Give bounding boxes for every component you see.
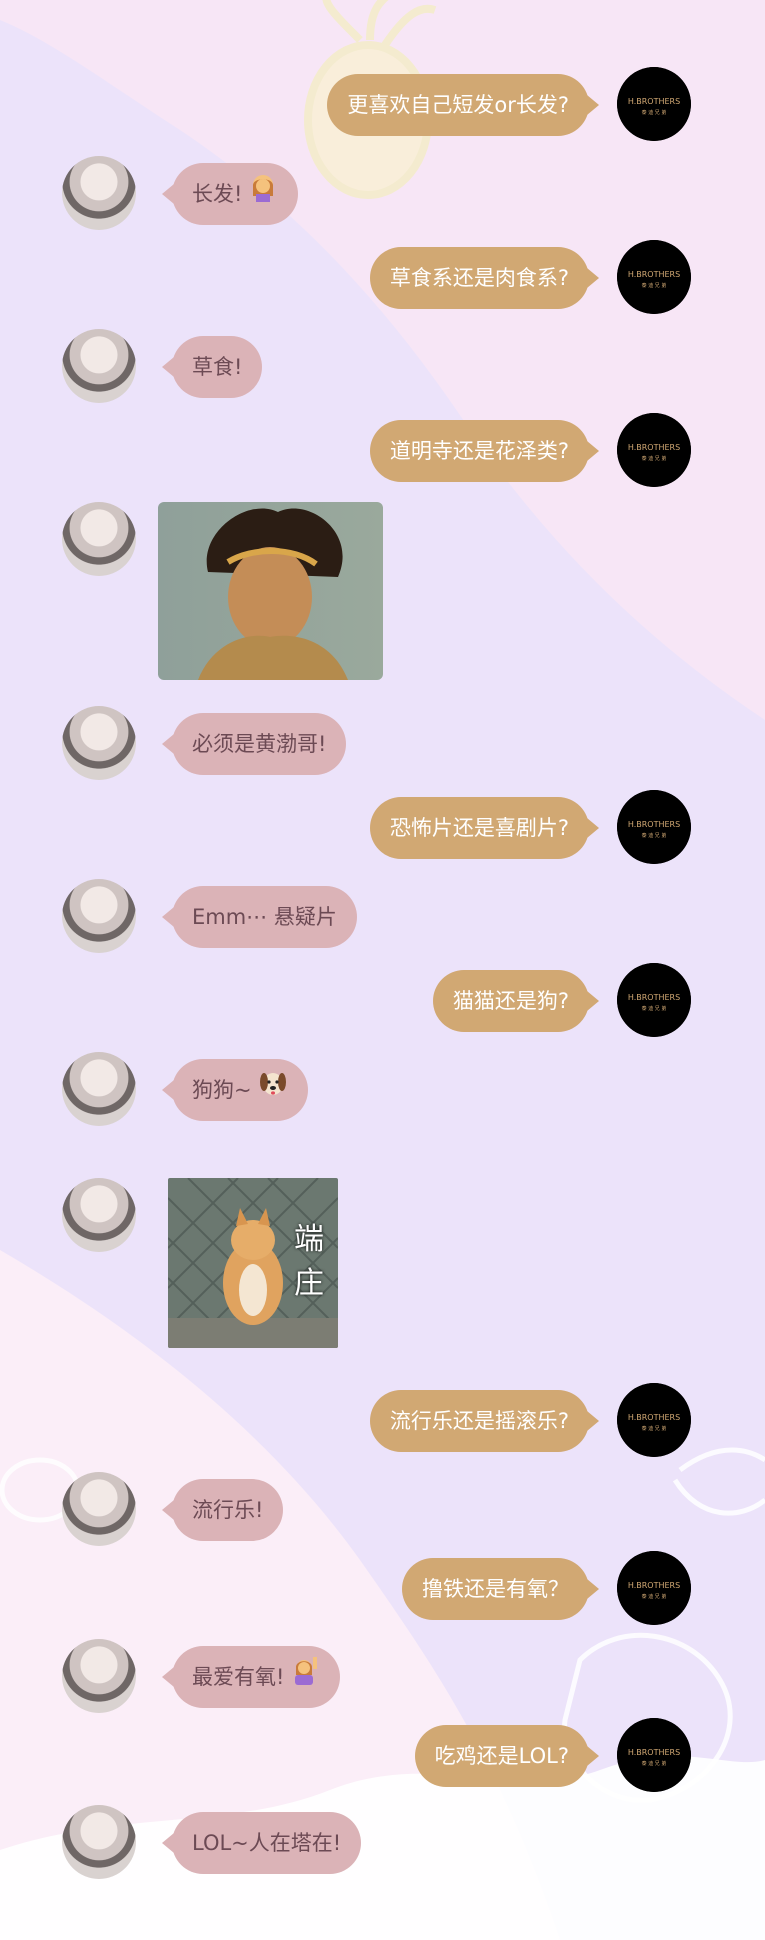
message-bubble-left[interactable]: Emm⋯ 悬疑片 bbox=[162, 886, 357, 948]
user-avatar[interactable] bbox=[62, 706, 136, 780]
brand-logo-subtext: 泰 迪 兄 弟 bbox=[642, 832, 667, 839]
brand-logo-subtext: 泰 迪 兄 弟 bbox=[642, 1425, 667, 1432]
user-avatar[interactable] bbox=[62, 1805, 136, 1879]
monkey-king-meme-image[interactable] bbox=[158, 502, 383, 680]
message-bubble-left[interactable]: 长发! bbox=[161, 163, 299, 226]
message-bubble-left[interactable]: 草食! bbox=[161, 336, 263, 398]
user-avatar[interactable] bbox=[62, 1472, 136, 1546]
meme-caption-line: 端 bbox=[294, 1222, 324, 1257]
message-bubble-right[interactable]: 吃鸡还是LOL? bbox=[414, 1725, 600, 1787]
message-text: 撸铁还是有氧？ bbox=[422, 1577, 569, 1601]
message-bubble-right[interactable]: 更喜欢自己短发or长发? bbox=[327, 74, 599, 136]
dog-face-emoji-icon bbox=[258, 1060, 288, 1122]
brand-avatar[interactable]: H.BROTHERS 泰 迪 兄 弟 bbox=[617, 963, 691, 1037]
message-bubble-left[interactable]: 最爱有氧! bbox=[161, 1646, 341, 1709]
message-bubble-left[interactable]: 流行乐! bbox=[161, 1479, 284, 1541]
message-text: 猫猫还是狗? bbox=[452, 989, 569, 1013]
brand-logo-text: H.BROTHERS bbox=[628, 993, 680, 1002]
message-text: 道明寺还是花泽类? bbox=[389, 439, 569, 463]
message-text: 流行乐! bbox=[192, 1498, 264, 1522]
chat-thread: H.BROTHERS 泰 迪 兄 弟 更喜欢自己短发or长发? 长发! H.BR… bbox=[0, 0, 765, 1940]
message-bubble-right[interactable]: 恐怖片还是喜剧片? bbox=[369, 797, 600, 859]
brand-logo-text: H.BROTHERS bbox=[628, 1413, 680, 1422]
message-text: 最爱有氧! bbox=[192, 1665, 285, 1689]
meme-caption-line: 庄 bbox=[294, 1266, 324, 1301]
message-bubble-right[interactable]: 猫猫还是狗? bbox=[432, 970, 600, 1032]
brand-logo-text: H.BROTHERS bbox=[628, 97, 680, 106]
brand-logo-subtext: 泰 迪 兄 弟 bbox=[642, 109, 667, 116]
user-avatar[interactable] bbox=[62, 1639, 136, 1713]
user-avatar[interactable] bbox=[62, 156, 136, 230]
message-bubble-right[interactable]: 撸铁还是有氧？ bbox=[402, 1558, 599, 1620]
message-bubble-left[interactable]: 必须是黄渤哥! bbox=[161, 713, 347, 775]
shiba-dog-meme-image[interactable]: 端 庄 bbox=[168, 1178, 338, 1348]
brand-logo-text: H.BROTHERS bbox=[628, 443, 680, 452]
brand-logo-text: H.BROTHERS bbox=[628, 820, 680, 829]
brand-avatar[interactable]: H.BROTHERS 泰 迪 兄 弟 bbox=[617, 67, 691, 141]
brand-avatar[interactable]: H.BROTHERS 泰 迪 兄 弟 bbox=[617, 240, 691, 314]
message-text: Emm⋯ 悬疑片 bbox=[192, 905, 337, 929]
user-avatar[interactable] bbox=[62, 502, 136, 576]
message-text: 草食系还是肉食系? bbox=[389, 266, 569, 290]
brand-avatar[interactable]: H.BROTHERS 泰 迪 兄 弟 bbox=[617, 413, 691, 487]
message-text: 更喜欢自己短发or长发? bbox=[347, 93, 569, 117]
brand-logo-subtext: 泰 迪 兄 弟 bbox=[642, 1593, 667, 1600]
woman-raising-hand-emoji-icon bbox=[290, 1647, 320, 1709]
message-text: 流行乐还是摇滚乐? bbox=[389, 1409, 569, 1433]
message-text: LOL~人在塔在! bbox=[192, 1831, 342, 1855]
brand-logo-subtext: 泰 迪 兄 弟 bbox=[642, 455, 667, 462]
message-bubble-right[interactable]: 流行乐还是摇滚乐? bbox=[369, 1390, 600, 1452]
brand-logo-subtext: 泰 迪 兄 弟 bbox=[642, 1760, 667, 1767]
brand-logo-text: H.BROTHERS bbox=[628, 270, 680, 279]
girl-emoji-icon bbox=[248, 164, 278, 226]
brand-avatar[interactable]: H.BROTHERS 泰 迪 兄 弟 bbox=[617, 1718, 691, 1792]
message-bubble-left[interactable]: 狗狗~ bbox=[162, 1059, 308, 1122]
user-avatar[interactable] bbox=[62, 1052, 136, 1126]
message-bubble-right[interactable]: 草食系还是肉食系? bbox=[369, 247, 600, 309]
message-bubble-left[interactable]: LOL~人在塔在! bbox=[161, 1812, 362, 1874]
user-avatar[interactable] bbox=[62, 329, 136, 403]
brand-logo-text: H.BROTHERS bbox=[628, 1748, 680, 1757]
message-text: 恐怖片还是喜剧片? bbox=[389, 816, 569, 840]
brand-avatar[interactable]: H.BROTHERS 泰 迪 兄 弟 bbox=[617, 790, 691, 864]
message-text: 吃鸡还是LOL? bbox=[434, 1744, 569, 1768]
meme-caption: 端 庄 bbox=[294, 1218, 324, 1306]
user-avatar[interactable] bbox=[62, 1178, 136, 1252]
brand-logo-subtext: 泰 迪 兄 弟 bbox=[642, 282, 667, 289]
message-text: 狗狗~ bbox=[192, 1078, 252, 1102]
user-avatar[interactable] bbox=[62, 879, 136, 953]
brand-avatar[interactable]: H.BROTHERS 泰 迪 兄 弟 bbox=[617, 1383, 691, 1457]
message-text: 必须是黄渤哥! bbox=[192, 732, 327, 756]
brand-logo-text: H.BROTHERS bbox=[628, 1581, 680, 1590]
brand-avatar[interactable]: H.BROTHERS 泰 迪 兄 弟 bbox=[617, 1551, 691, 1625]
message-text: 草食! bbox=[192, 355, 243, 379]
brand-logo-subtext: 泰 迪 兄 弟 bbox=[642, 1005, 667, 1012]
message-bubble-right[interactable]: 道明寺还是花泽类? bbox=[369, 420, 600, 482]
message-text: 长发! bbox=[192, 182, 243, 206]
